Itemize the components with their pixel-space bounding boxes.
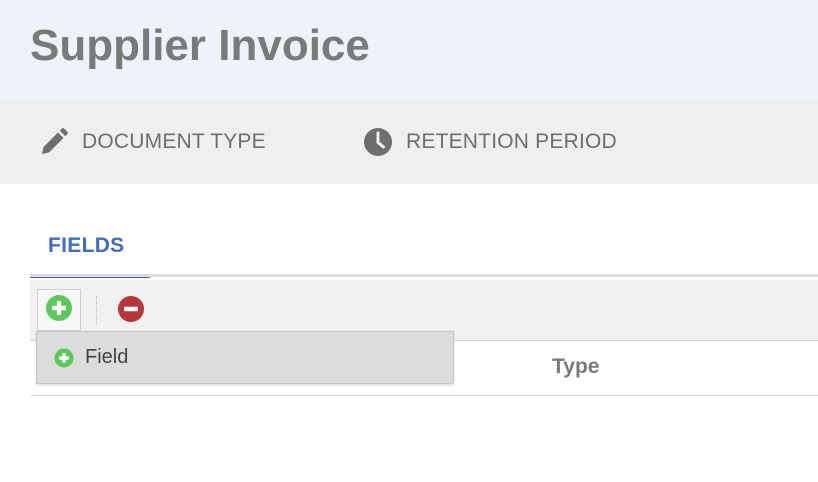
minus-circle-icon: [117, 295, 145, 328]
tab-fields-label: FIELDS: [48, 234, 125, 257]
tab-fields[interactable]: FIELDS: [30, 226, 150, 278]
remove-button[interactable]: [115, 295, 147, 327]
document-type-label: DOCUMENT TYPE: [82, 130, 266, 153]
plus-circle-icon: [53, 347, 75, 369]
tab-bar-divider: [30, 274, 818, 277]
column-header-type[interactable]: Type: [552, 355, 599, 379]
add-field-menu-item[interactable]: Field: [37, 332, 453, 383]
pencil-icon: [38, 126, 70, 158]
document-toolbar: DOCUMENT TYPE RETENTION PERIOD: [0, 100, 818, 184]
page-title: Supplier Invoice: [30, 21, 370, 70]
document-type-button[interactable]: DOCUMENT TYPE: [38, 122, 266, 162]
add-button[interactable]: [37, 289, 81, 331]
tab-bar: FIELDS: [30, 226, 818, 278]
toolbar-divider: [96, 296, 97, 324]
page-header: Supplier Invoice: [0, 0, 818, 100]
plus-circle-icon: [45, 294, 73, 327]
add-menu-dropdown: Field: [36, 331, 454, 384]
add-field-menu-label: Field: [85, 346, 129, 368]
retention-period-button[interactable]: RETENTION PERIOD: [362, 122, 617, 162]
clock-icon: [362, 126, 394, 158]
retention-period-label: RETENTION PERIOD: [406, 130, 617, 153]
